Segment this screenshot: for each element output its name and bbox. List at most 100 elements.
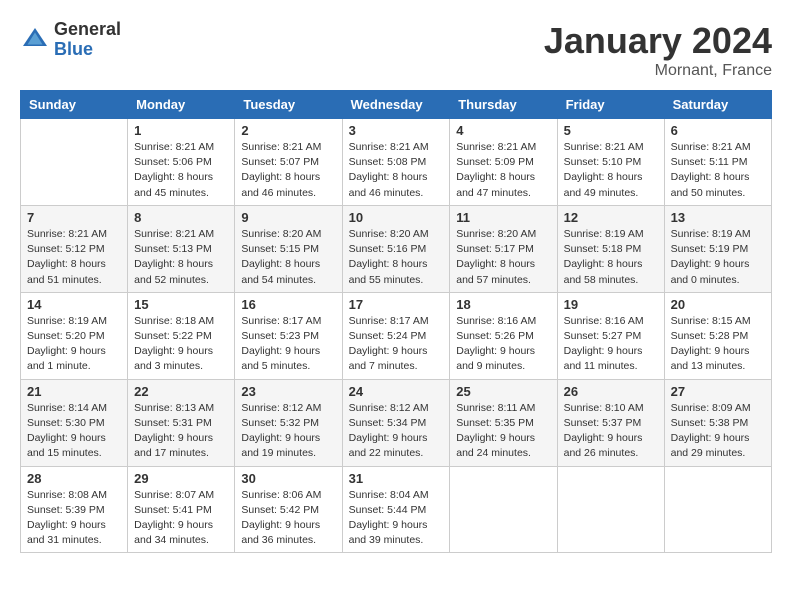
- calendar-cell: 1Sunrise: 8:21 AM Sunset: 5:06 PM Daylig…: [128, 119, 235, 206]
- title-area: January 2024 Mornant, France: [544, 20, 772, 80]
- calendar-cell: 9 Sunrise: 8:20 AM Sunset: 5:15 PM Daylig…: [235, 205, 342, 292]
- day-info: Sunrise: 8:13 AM Sunset: 5:31 PM Dayligh…: [134, 401, 228, 462]
- calendar-cell: 4Sunrise: 8:21 AM Sunset: 5:09 PM Daylig…: [450, 119, 557, 206]
- calendar-cell: 10 Sunrise: 8:20 AM Sunset: 5:16 PM Dayli…: [342, 205, 450, 292]
- calendar-cell: 11Sunrise: 8:20 AM Sunset: 5:17 PM Dayli…: [450, 205, 557, 292]
- calendar-cell: 17Sunrise: 8:17 AM Sunset: 5:24 PM Dayli…: [342, 292, 450, 379]
- day-number: 6: [671, 123, 765, 138]
- day-info: Sunrise: 8:19 AM Sunset: 5:20 PM Dayligh…: [27, 314, 121, 375]
- day-number: 14: [27, 297, 121, 312]
- weekday-header: Thursday: [450, 91, 557, 119]
- day-info: Sunrise: 8:17 AM Sunset: 5:23 PM Dayligh…: [241, 314, 335, 375]
- day-info: Sunrise: 8:19 AM Sunset: 5:18 PM Dayligh…: [564, 227, 658, 288]
- day-number: 5: [564, 123, 658, 138]
- calendar-cell: 23 Sunrise: 8:12 AM Sunset: 5:32 PM Dayli…: [235, 379, 342, 466]
- weekday-header: Monday: [128, 91, 235, 119]
- day-info: Sunrise: 8:20 AM Sunset: 5:17 PM Dayligh…: [456, 227, 550, 288]
- day-number: 16: [241, 297, 335, 312]
- calendar-week-row: 21 Sunrise: 8:14 AM Sunset: 5:30 PM Dayli…: [21, 379, 772, 466]
- day-number: 23: [241, 384, 335, 399]
- calendar-cell: 13Sunrise: 8:19 AM Sunset: 5:19 PM Dayli…: [664, 205, 771, 292]
- day-info: Sunrise: 8:08 AM Sunset: 5:39 PM Dayligh…: [27, 488, 121, 549]
- day-number: 15: [134, 297, 228, 312]
- day-number: 12: [564, 210, 658, 225]
- calendar-week-row: 14 Sunrise: 8:19 AM Sunset: 5:20 PM Dayli…: [21, 292, 772, 379]
- day-number: 28: [27, 471, 121, 486]
- logo-text: General Blue: [54, 20, 121, 60]
- weekday-header: Friday: [557, 91, 664, 119]
- day-number: 22: [134, 384, 228, 399]
- day-number: 25: [456, 384, 550, 399]
- day-number: 29: [134, 471, 228, 486]
- logo-icon: [20, 25, 50, 55]
- day-number: 26: [564, 384, 658, 399]
- day-info: Sunrise: 8:16 AM Sunset: 5:27 PM Dayligh…: [564, 314, 658, 375]
- calendar-week-row: 28 Sunrise: 8:08 AM Sunset: 5:39 PM Dayli…: [21, 466, 772, 553]
- day-info: Sunrise: 8:16 AM Sunset: 5:26 PM Dayligh…: [456, 314, 550, 375]
- calendar-cell: 2Sunrise: 8:21 AM Sunset: 5:07 PM Daylig…: [235, 119, 342, 206]
- day-info: Sunrise: 8:07 AM Sunset: 5:41 PM Dayligh…: [134, 488, 228, 549]
- calendar-cell: [450, 466, 557, 553]
- weekday-header: Sunday: [21, 91, 128, 119]
- day-number: 7: [27, 210, 121, 225]
- calendar-week-row: 7 Sunrise: 8:21 AM Sunset: 5:12 PM Daylig…: [21, 205, 772, 292]
- calendar-cell: [557, 466, 664, 553]
- day-info: Sunrise: 8:12 AM Sunset: 5:32 PM Dayligh…: [241, 401, 335, 462]
- calendar-cell: 24 Sunrise: 8:12 AM Sunset: 5:34 PM Dayli…: [342, 379, 450, 466]
- day-info: Sunrise: 8:11 AM Sunset: 5:35 PM Dayligh…: [456, 401, 550, 462]
- day-info: Sunrise: 8:21 AM Sunset: 5:11 PM Dayligh…: [671, 140, 765, 201]
- day-info: Sunrise: 8:21 AM Sunset: 5:08 PM Dayligh…: [349, 140, 444, 201]
- calendar-body: 1Sunrise: 8:21 AM Sunset: 5:06 PM Daylig…: [21, 119, 772, 553]
- calendar-cell: 22 Sunrise: 8:13 AM Sunset: 5:31 PM Dayli…: [128, 379, 235, 466]
- day-number: 24: [349, 384, 444, 399]
- logo-blue: Blue: [54, 40, 121, 60]
- calendar-cell: 31Sunrise: 8:04 AM Sunset: 5:44 PM Dayli…: [342, 466, 450, 553]
- day-info: Sunrise: 8:21 AM Sunset: 5:10 PM Dayligh…: [564, 140, 658, 201]
- calendar-cell: [664, 466, 771, 553]
- day-number: 8: [134, 210, 228, 225]
- day-info: Sunrise: 8:14 AM Sunset: 5:30 PM Dayligh…: [27, 401, 121, 462]
- day-info: Sunrise: 8:06 AM Sunset: 5:42 PM Dayligh…: [241, 488, 335, 549]
- day-number: 10: [349, 210, 444, 225]
- day-number: 4: [456, 123, 550, 138]
- day-number: 13: [671, 210, 765, 225]
- day-info: Sunrise: 8:20 AM Sunset: 5:15 PM Dayligh…: [241, 227, 335, 288]
- day-info: Sunrise: 8:04 AM Sunset: 5:44 PM Dayligh…: [349, 488, 444, 549]
- day-info: Sunrise: 8:09 AM Sunset: 5:38 PM Dayligh…: [671, 401, 765, 462]
- calendar-cell: 27 Sunrise: 8:09 AM Sunset: 5:38 PM Dayli…: [664, 379, 771, 466]
- month-title: January 2024: [544, 20, 772, 62]
- calendar-cell: 6 Sunrise: 8:21 AM Sunset: 5:11 PM Daylig…: [664, 119, 771, 206]
- day-number: 21: [27, 384, 121, 399]
- day-number: 2: [241, 123, 335, 138]
- calendar-cell: 15Sunrise: 8:18 AM Sunset: 5:22 PM Dayli…: [128, 292, 235, 379]
- day-number: 18: [456, 297, 550, 312]
- calendar-cell: 26Sunrise: 8:10 AM Sunset: 5:37 PM Dayli…: [557, 379, 664, 466]
- day-info: Sunrise: 8:15 AM Sunset: 5:28 PM Dayligh…: [671, 314, 765, 375]
- header-row: SundayMondayTuesdayWednesdayThursdayFrid…: [21, 91, 772, 119]
- calendar-cell: 29 Sunrise: 8:07 AM Sunset: 5:41 PM Dayli…: [128, 466, 235, 553]
- calendar-cell: 20 Sunrise: 8:15 AM Sunset: 5:28 PM Dayli…: [664, 292, 771, 379]
- day-number: 30: [241, 471, 335, 486]
- calendar-cell: 3 Sunrise: 8:21 AM Sunset: 5:08 PM Daylig…: [342, 119, 450, 206]
- calendar-cell: 16 Sunrise: 8:17 AM Sunset: 5:23 PM Dayli…: [235, 292, 342, 379]
- page-header: General Blue January 2024 Mornant, Franc…: [20, 20, 772, 80]
- calendar-cell: 14 Sunrise: 8:19 AM Sunset: 5:20 PM Dayli…: [21, 292, 128, 379]
- logo: General Blue: [20, 20, 121, 60]
- day-number: 20: [671, 297, 765, 312]
- calendar-cell: 21 Sunrise: 8:14 AM Sunset: 5:30 PM Dayli…: [21, 379, 128, 466]
- calendar-cell: 8Sunrise: 8:21 AM Sunset: 5:13 PM Daylig…: [128, 205, 235, 292]
- day-number: 27: [671, 384, 765, 399]
- day-info: Sunrise: 8:21 AM Sunset: 5:12 PM Dayligh…: [27, 227, 121, 288]
- calendar-cell: 7 Sunrise: 8:21 AM Sunset: 5:12 PM Daylig…: [21, 205, 128, 292]
- day-number: 3: [349, 123, 444, 138]
- day-info: Sunrise: 8:20 AM Sunset: 5:16 PM Dayligh…: [349, 227, 444, 288]
- calendar-cell: 28 Sunrise: 8:08 AM Sunset: 5:39 PM Dayli…: [21, 466, 128, 553]
- logo-general: General: [54, 20, 121, 40]
- calendar-cell: 25 Sunrise: 8:11 AM Sunset: 5:35 PM Dayli…: [450, 379, 557, 466]
- calendar-cell: 12 Sunrise: 8:19 AM Sunset: 5:18 PM Dayli…: [557, 205, 664, 292]
- day-number: 9: [241, 210, 335, 225]
- calendar: SundayMondayTuesdayWednesdayThursdayFrid…: [20, 90, 772, 553]
- day-number: 17: [349, 297, 444, 312]
- weekday-header: Wednesday: [342, 91, 450, 119]
- day-info: Sunrise: 8:12 AM Sunset: 5:34 PM Dayligh…: [349, 401, 444, 462]
